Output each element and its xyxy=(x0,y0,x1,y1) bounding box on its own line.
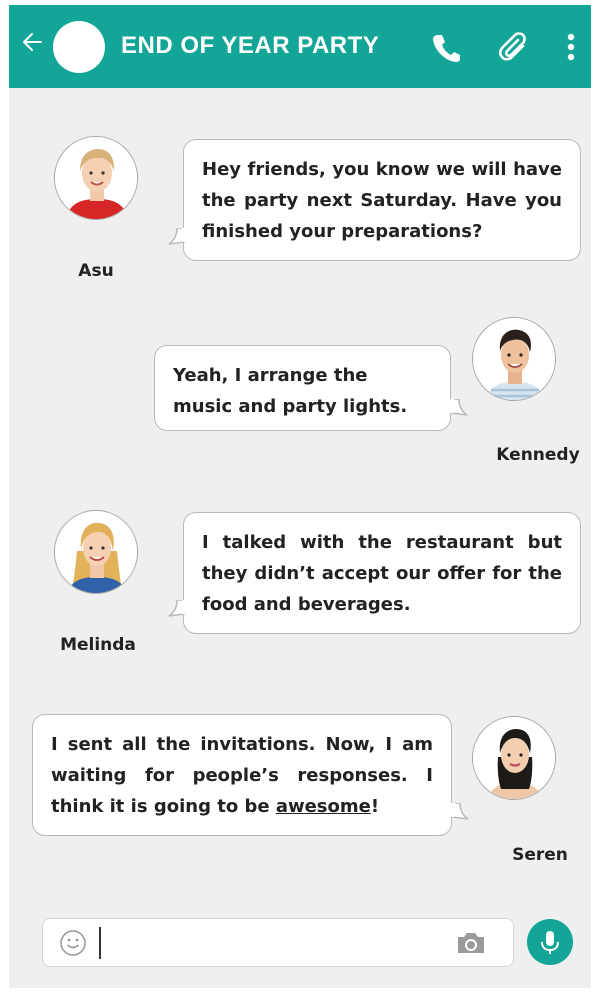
avatar-melinda[interactable] xyxy=(54,510,138,594)
message-text-part: ! xyxy=(370,796,380,817)
message-bubble[interactable]: I sent all the invitations. Now, I am wa… xyxy=(32,714,452,836)
bubble-tail xyxy=(450,399,468,416)
sender-name: Melinda xyxy=(60,635,136,655)
group-avatar[interactable] xyxy=(53,21,105,73)
avatar-kennedy[interactable] xyxy=(472,317,556,401)
paperclip-icon[interactable] xyxy=(497,29,533,65)
more-vertical-icon[interactable] xyxy=(562,29,580,65)
camera-icon[interactable] xyxy=(455,930,487,960)
arrow-left-icon[interactable] xyxy=(21,27,45,66)
avatar-asu[interactable] xyxy=(54,136,138,220)
underlined-word: awesome xyxy=(275,796,371,817)
message-text: I sent all the invitations. Now, I am wa… xyxy=(33,715,451,822)
smiley-icon[interactable] xyxy=(59,929,87,961)
microphone-icon[interactable] xyxy=(527,919,573,965)
message-bubble[interactable]: I talked with the restaurant but they di… xyxy=(183,512,581,634)
chat-header: END OF YEAR PARTY xyxy=(9,5,591,88)
message-bubble[interactable]: Hey friends, you know we will have the p… xyxy=(183,139,581,261)
text-cursor xyxy=(99,927,101,959)
chat-screen: END OF YEAR PARTY Asu Hey friends, you k… xyxy=(9,5,591,988)
message-input-bar[interactable] xyxy=(42,918,514,967)
bubble-tail xyxy=(168,228,186,245)
message-text: Yeah, I arrange the music and party ligh… xyxy=(173,365,408,417)
sender-name: Seren xyxy=(512,845,568,865)
message-bubble[interactable]: Yeah, I arrange the music and party ligh… xyxy=(154,345,451,431)
bubble-tail xyxy=(168,600,186,617)
avatar-seren[interactable] xyxy=(472,716,556,800)
message-text: I talked with the restaurant but they di… xyxy=(202,532,562,615)
bubble-tail xyxy=(451,803,469,820)
chat-title: END OF YEAR PARTY xyxy=(121,32,380,59)
phone-icon[interactable] xyxy=(429,29,465,65)
sender-name: Asu xyxy=(78,261,114,281)
sender-name: Kennedy xyxy=(496,445,580,465)
message-text: Hey friends, you know we will have the p… xyxy=(202,159,562,242)
